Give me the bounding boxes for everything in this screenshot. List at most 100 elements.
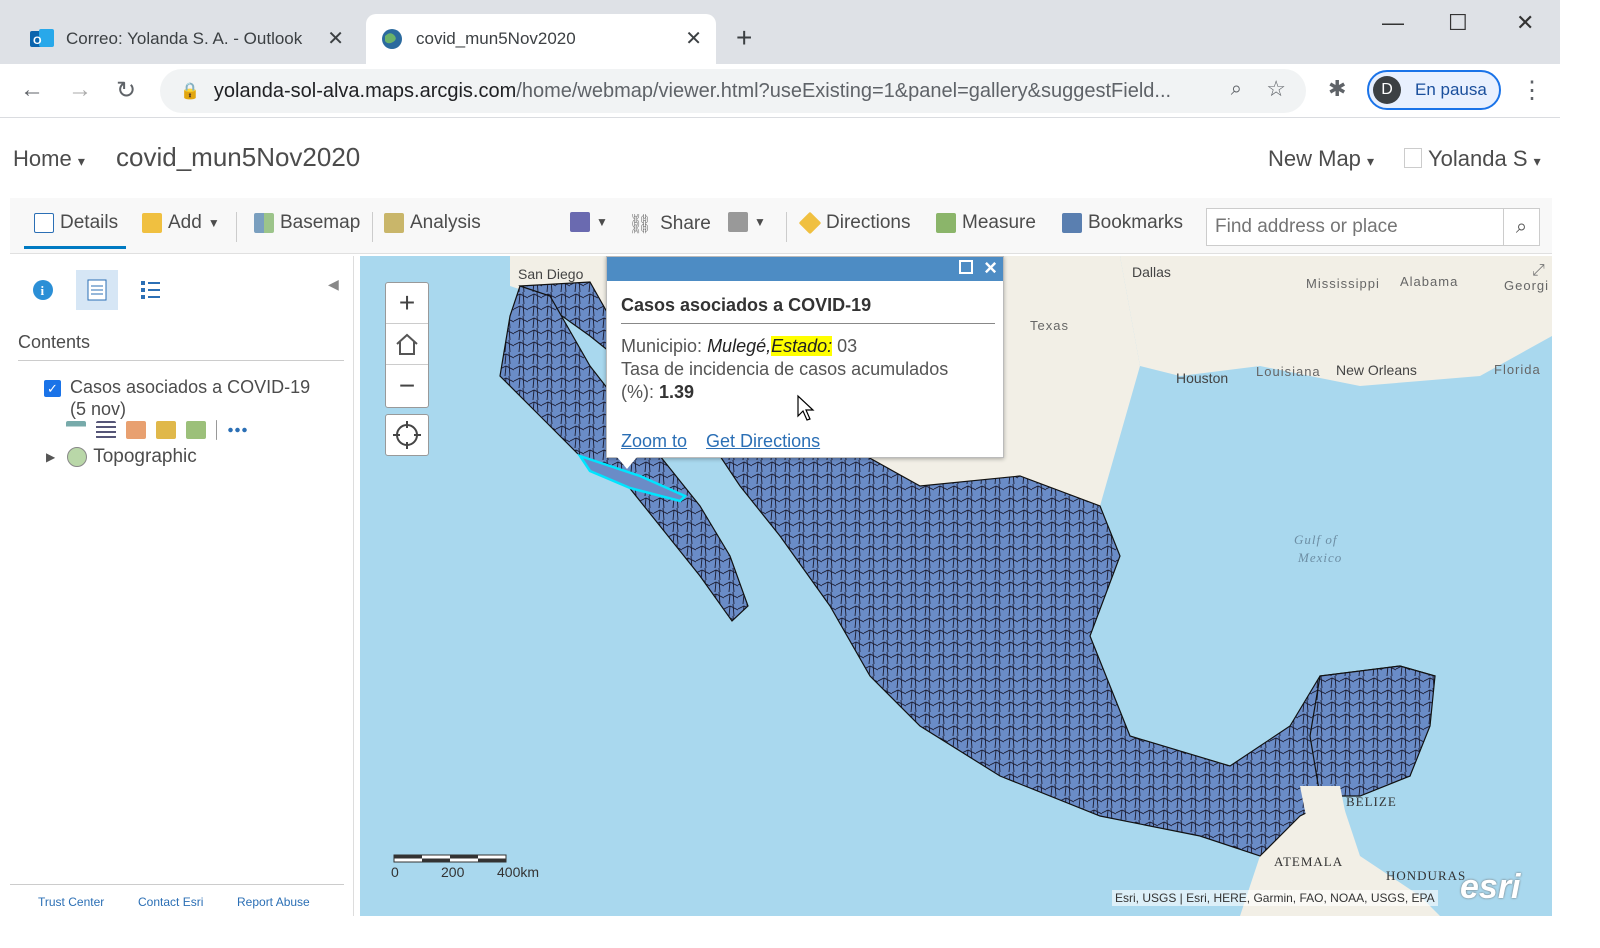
place-label: Louisiana bbox=[1256, 364, 1321, 379]
contact-esri-link[interactable]: Contact Esri bbox=[138, 895, 203, 909]
user-menu[interactable]: Yolanda S ▾ bbox=[1404, 146, 1541, 172]
table-icon[interactable] bbox=[96, 421, 116, 439]
analysis-icon bbox=[384, 213, 404, 233]
analysis-icon[interactable] bbox=[186, 421, 206, 439]
basemap-button[interactable]: Basemap bbox=[254, 212, 360, 234]
legend-icon[interactable] bbox=[66, 421, 86, 439]
basemap-icon bbox=[254, 213, 274, 233]
print-button[interactable]: ▼ bbox=[728, 212, 766, 232]
url-path: /home/webmap/viewer.html?useExisting=1&p… bbox=[516, 79, 1172, 102]
trust-center-link[interactable]: Trust Center bbox=[38, 895, 104, 909]
close-tab-icon[interactable]: ✕ bbox=[685, 26, 702, 51]
layer-tools bbox=[66, 420, 247, 440]
maximize-icon[interactable]: ☐ bbox=[1448, 10, 1468, 36]
layer-item[interactable]: Casos asociados a COVID-19 (5 nov) bbox=[70, 376, 340, 420]
home-label: Home bbox=[13, 146, 72, 171]
home-extent-icon[interactable] bbox=[386, 324, 428, 365]
collapse-panel-icon[interactable]: ◀ bbox=[328, 276, 339, 293]
mouse-cursor-icon bbox=[797, 394, 815, 421]
report-abuse-link[interactable]: Report Abuse bbox=[237, 895, 310, 909]
legend-button[interactable] bbox=[130, 270, 172, 310]
maximize-popup-icon[interactable] bbox=[959, 260, 973, 274]
directions-button[interactable]: Directions bbox=[798, 211, 910, 235]
water-label: Mexico bbox=[1298, 550, 1343, 565]
filter-icon[interactable] bbox=[156, 421, 176, 439]
close-popup-icon[interactable]: × bbox=[984, 256, 997, 281]
toolbar-divider bbox=[236, 212, 237, 242]
url-field[interactable]: 🔒 yolanda-sol-alva.maps.arcgis.com /home… bbox=[160, 69, 1306, 113]
place-label: HONDURAS bbox=[1386, 868, 1467, 883]
avatar: D bbox=[1373, 76, 1401, 104]
chevron-down-icon: ▼ bbox=[754, 215, 766, 229]
place-label: ATEMALA bbox=[1274, 854, 1344, 869]
bookmarks-button[interactable]: Bookmarks bbox=[1062, 212, 1183, 234]
search-input[interactable] bbox=[1207, 216, 1497, 238]
zoom-in-icon[interactable]: + bbox=[386, 283, 428, 324]
about-button[interactable]: i bbox=[22, 270, 64, 310]
bookmarks-icon bbox=[1062, 213, 1082, 233]
minimize-icon[interactable]: — bbox=[1382, 10, 1404, 36]
toolbar-divider bbox=[786, 212, 787, 242]
popup-pointer bbox=[617, 457, 637, 469]
profile-button[interactable]: D En pausa bbox=[1367, 70, 1501, 110]
tab-covid-map[interactable]: covid_mun5Nov2020 ✕ bbox=[366, 14, 716, 64]
map-attribution[interactable]: Esri, USGS | Esri, HERE, Garmin, FAO, NO… bbox=[1112, 890, 1438, 906]
basemap-item[interactable]: ▶ Topographic bbox=[46, 446, 197, 468]
locate-button[interactable] bbox=[385, 414, 429, 456]
place-label: Houston bbox=[1176, 370, 1229, 386]
yucatan-layer[interactable] bbox=[1309, 665, 1436, 797]
new-tab-icon[interactable]: + bbox=[736, 22, 752, 54]
content-button[interactable] bbox=[76, 270, 118, 310]
legend-icon bbox=[141, 281, 160, 299]
directions-icon bbox=[798, 211, 822, 235]
layer-visibility-checkbox[interactable]: ✓ bbox=[44, 380, 61, 397]
expand-icon[interactable]: ▶ bbox=[46, 450, 55, 464]
change-style-icon[interactable] bbox=[126, 421, 146, 439]
place-label: Dallas bbox=[1132, 264, 1171, 280]
link-icon: ⛓ bbox=[628, 214, 653, 235]
search-icon[interactable]: ⌕ bbox=[1503, 209, 1539, 245]
tab-outlook[interactable]: O Correo: Yolanda S. A. - Outlook ✕ bbox=[26, 14, 358, 64]
new-map-menu[interactable]: New Map ▾ bbox=[1268, 146, 1374, 172]
place-label: Alabama bbox=[1400, 274, 1459, 289]
home-menu[interactable]: Home ▾ bbox=[13, 146, 85, 172]
chevron-down-icon: ▾ bbox=[77, 153, 85, 169]
estado-label: Estado: bbox=[771, 336, 833, 356]
forward-icon[interactable]: → bbox=[68, 76, 92, 104]
details-button[interactable]: Details bbox=[34, 212, 118, 234]
place-label: San Diego bbox=[518, 266, 584, 282]
estado-value: 03 bbox=[837, 336, 858, 356]
share-button[interactable]: ⛓ Share bbox=[628, 212, 711, 236]
expand-map-icon[interactable]: ⤢ bbox=[1532, 262, 1545, 280]
save-button[interactable]: ▼ bbox=[570, 212, 608, 232]
save-icon bbox=[570, 212, 590, 232]
more-options-icon[interactable] bbox=[227, 427, 247, 433]
measure-icon bbox=[936, 213, 956, 233]
bookmark-star-icon[interactable]: ☆ bbox=[1266, 76, 1286, 102]
outlook-icon: O bbox=[30, 27, 54, 51]
zoom-out-icon[interactable]: − bbox=[386, 365, 428, 406]
tasa-value: 1.39 bbox=[659, 382, 695, 402]
browser-menu-icon[interactable]: ⋮ bbox=[1520, 76, 1544, 105]
add-button[interactable]: Add ▼ bbox=[142, 212, 220, 234]
extensions-icon[interactable]: ✱ bbox=[1328, 76, 1346, 102]
close-window-icon[interactable]: ✕ bbox=[1516, 10, 1534, 36]
tasa-unit: (%): bbox=[621, 382, 654, 402]
place-label: Mississippi bbox=[1306, 276, 1380, 291]
esri-logo: esri bbox=[1460, 868, 1521, 906]
map-view[interactable]: San Diego Dallas Texas Mississippi Alaba… bbox=[360, 256, 1552, 916]
basemap-label: Basemap bbox=[280, 212, 361, 233]
active-tab-indicator bbox=[24, 246, 126, 249]
analysis-button[interactable]: Analysis bbox=[384, 212, 481, 234]
back-icon[interactable]: ← bbox=[20, 76, 44, 104]
locate-icon bbox=[393, 421, 421, 449]
svg-text:i: i bbox=[41, 283, 45, 298]
zoom-to-link[interactable]: Zoom to bbox=[621, 431, 687, 451]
close-tab-icon[interactable]: ✕ bbox=[327, 26, 344, 51]
measure-button[interactable]: Measure bbox=[936, 212, 1036, 234]
municipio-label: Municipio: bbox=[621, 336, 703, 356]
basemap-globe-icon bbox=[67, 447, 88, 467]
reload-icon[interactable]: ↻ bbox=[116, 76, 136, 105]
zoom-icon[interactable]: ⌕ bbox=[1231, 78, 1242, 101]
get-directions-link[interactable]: Get Directions bbox=[706, 431, 820, 451]
